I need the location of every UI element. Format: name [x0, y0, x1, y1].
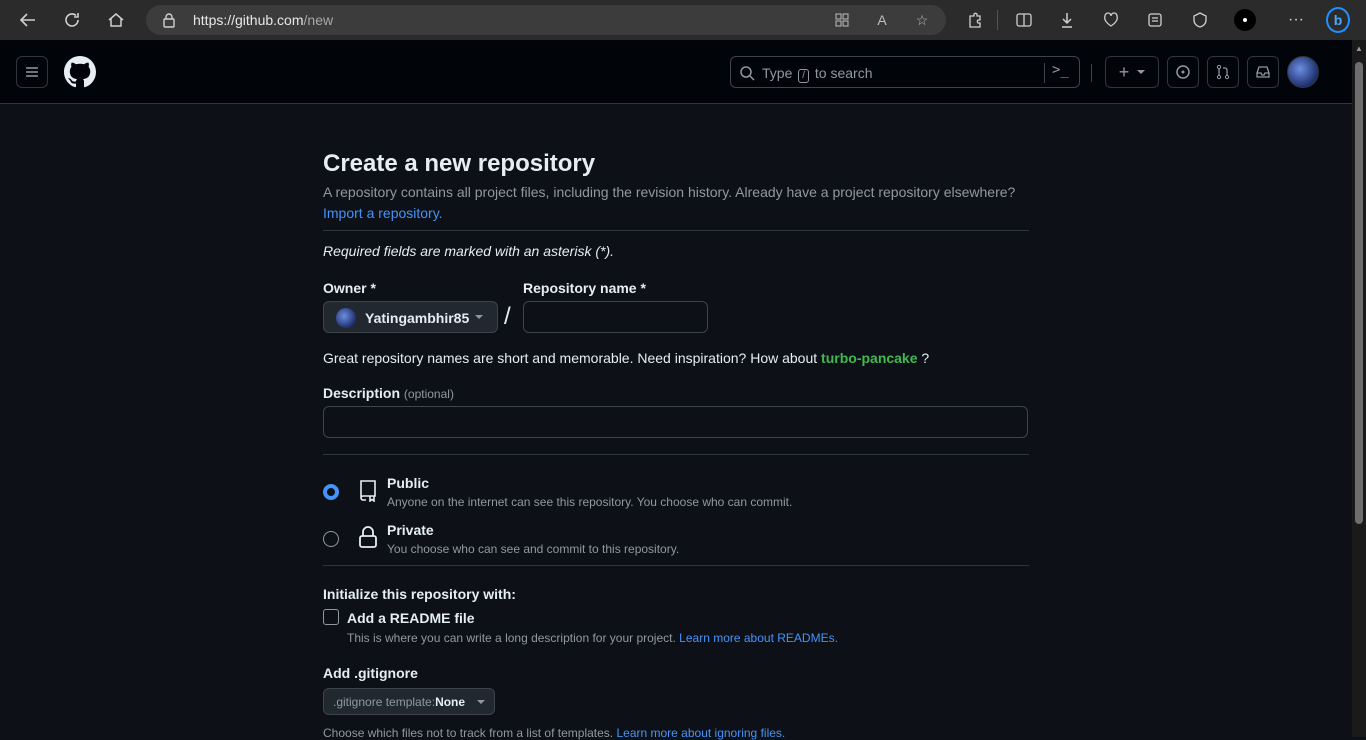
inbox-icon[interactable] — [1247, 56, 1279, 88]
browser-toolbar: https://github.com/new A ☆ ··· b — [0, 0, 1366, 40]
user-avatar[interactable] — [1287, 56, 1319, 88]
private-title: Private — [387, 522, 434, 538]
download-icon[interactable] — [1055, 8, 1079, 32]
immersive-reader-icon[interactable] — [832, 10, 852, 30]
search-icon — [739, 65, 755, 86]
url-text: https://github.com/new — [193, 12, 334, 28]
repo-icon — [356, 478, 380, 503]
page-subtitle: A repository contains all project files,… — [323, 184, 1016, 200]
private-description: You choose who can see and commit to thi… — [387, 542, 680, 556]
import-repository-link[interactable]: Import a repository. — [323, 205, 443, 221]
read-aloud-icon[interactable]: A — [872, 10, 892, 30]
readme-label[interactable]: Add a README file — [347, 610, 475, 626]
refresh-icon[interactable] — [60, 8, 84, 32]
owner-name: Yatingambhir85 — [365, 310, 470, 326]
search-divider — [1044, 63, 1045, 83]
chevron-down-icon — [475, 315, 483, 319]
extensions-icon[interactable] — [963, 8, 987, 32]
initialize-heading: Initialize this repository with: — [323, 586, 516, 602]
command-palette-icon[interactable]: >_ — [1052, 62, 1069, 78]
name-suggestion-hint: Great repository names are short and mem… — [323, 350, 930, 366]
public-description: Anyone on the internet can see this repo… — [387, 495, 793, 509]
description-label: Description (optional) — [323, 385, 454, 401]
github-header: Type / to search >_ + — [0, 40, 1352, 104]
suggested-name[interactable]: turbo-pancake — [821, 350, 917, 366]
lock-icon — [356, 525, 380, 549]
menu-hamburger-icon[interactable] — [16, 56, 48, 88]
favorite-star-icon[interactable]: ☆ — [912, 10, 932, 30]
lock-icon — [162, 12, 176, 33]
required-note: Required fields are marked with an aster… — [323, 243, 615, 259]
github-logo-icon[interactable] — [64, 56, 96, 88]
owner-dropdown[interactable]: Yatingambhir85 — [323, 301, 498, 333]
gitignore-learn-more-link[interactable]: Learn more about ignoring files. — [616, 726, 785, 740]
gitignore-description: Choose which files not to track from a l… — [323, 726, 786, 740]
chevron-down-icon — [477, 700, 485, 704]
back-arrow-icon[interactable] — [16, 8, 40, 32]
split-screen-icon[interactable] — [1012, 8, 1036, 32]
readme-learn-more-link[interactable]: Learn more about READMEs. — [679, 631, 838, 645]
more-options-icon[interactable]: ··· — [1284, 8, 1308, 32]
owner-avatar — [336, 308, 356, 328]
description-input[interactable] — [323, 406, 1028, 438]
search-input[interactable]: Type / to search >_ — [730, 56, 1080, 88]
readme-checkbox[interactable] — [323, 609, 339, 625]
divider — [323, 565, 1029, 566]
profile-icon[interactable] — [1233, 8, 1257, 32]
search-placeholder: Type / to search — [762, 65, 873, 83]
owner-label: Owner * — [323, 280, 376, 296]
pull-requests-icon[interactable] — [1207, 56, 1239, 88]
home-icon[interactable] — [104, 8, 128, 32]
gitignore-template-dropdown[interactable]: .gitignore template:None — [323, 688, 495, 715]
gitignore-heading: Add .gitignore — [323, 665, 418, 681]
readme-description: This is where you can write a long descr… — [347, 631, 838, 645]
repository-name-input[interactable] — [523, 301, 708, 333]
collections-icon[interactable] — [1143, 8, 1167, 32]
repository-name-label: Repository name * — [523, 280, 646, 296]
toolbar-divider — [997, 10, 998, 30]
divider — [323, 454, 1029, 455]
scroll-up-arrow-icon[interactable]: ▲ — [1355, 44, 1363, 53]
divider — [323, 230, 1029, 231]
bing-copilot-icon[interactable]: b — [1326, 7, 1350, 33]
address-bar[interactable]: https://github.com/new A ☆ — [146, 5, 946, 35]
header-divider — [1091, 64, 1092, 82]
scrollbar-thumb[interactable] — [1355, 62, 1363, 524]
browser-essentials-icon[interactable] — [1188, 8, 1212, 32]
public-radio[interactable] — [323, 484, 339, 500]
private-radio[interactable] — [323, 531, 339, 547]
public-title: Public — [387, 475, 430, 491]
page-title: Create a new repository — [323, 150, 596, 177]
create-new-button[interactable]: + — [1105, 56, 1159, 88]
owner-repo-separator: / — [504, 303, 511, 330]
performance-icon[interactable] — [1099, 8, 1123, 32]
chevron-down-icon — [1137, 70, 1146, 74]
plus-icon: + — [1118, 61, 1130, 82]
page-scrollbar[interactable]: ▲ — [1352, 40, 1366, 737]
issues-icon[interactable] — [1167, 56, 1199, 88]
